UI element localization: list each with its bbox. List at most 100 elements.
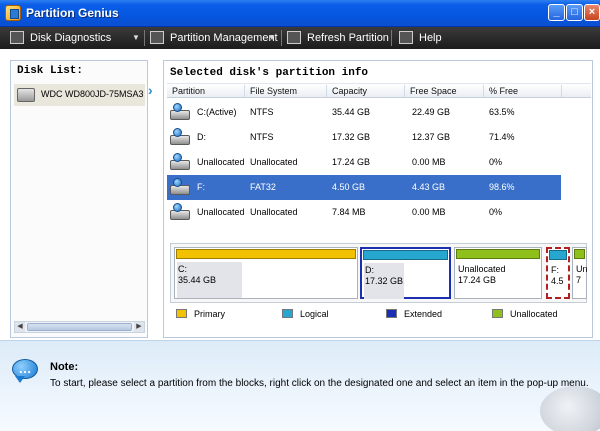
hard-disk-icon — [540, 386, 600, 431]
help-icon — [399, 31, 413, 44]
window-title: Partition Genius — [26, 6, 119, 20]
legend-swatch — [176, 309, 187, 318]
partition-drive-icon — [170, 178, 192, 197]
toolbar-divider — [281, 30, 282, 46]
toolbar-divider — [391, 30, 392, 46]
chevron-down-icon: ▼ — [268, 33, 276, 42]
partition-name: Unallocated — [197, 157, 245, 167]
partition-name: Unallocated — [197, 207, 245, 217]
percent-free: 98.6% — [489, 182, 515, 192]
maximize-button[interactable]: □ — [566, 4, 583, 21]
block-name: C: — [178, 264, 187, 274]
file-system: FAT32 — [250, 182, 276, 192]
minimize-button[interactable]: _ — [548, 4, 565, 21]
column-divider[interactable] — [326, 85, 327, 97]
legend-label: Logical — [300, 309, 329, 319]
primary-bar — [176, 249, 356, 259]
chevron-right-icon: › — [148, 82, 153, 98]
file-system: Unallocated — [250, 207, 298, 217]
note-bar: … Note: To start, please select a partit… — [0, 340, 600, 431]
free-space: 4.43 GB — [412, 182, 446, 192]
column-header[interactable]: Partition — [172, 86, 205, 96]
logical-bar — [363, 250, 448, 260]
block-name: F: — [551, 265, 559, 275]
free-space: 22.49 GB — [412, 107, 451, 117]
disk-item[interactable]: WDC WD800JD-75MSA3 — [14, 84, 145, 106]
note-text: To start, please select a partition from… — [50, 378, 589, 389]
info-bubble-icon: … — [12, 359, 38, 383]
column-header[interactable]: Free Space — [410, 86, 457, 96]
column-divider[interactable] — [244, 85, 245, 97]
close-button[interactable]: × — [584, 4, 600, 21]
file-system: NTFS — [250, 107, 274, 117]
scroll-right-icon[interactable]: ▶ — [134, 322, 144, 332]
partition-block-d[interactable]: D: 17.32 GB — [360, 247, 451, 299]
horizontal-scrollbar[interactable]: ◀ ▶ — [14, 321, 145, 333]
toolbar-label: Disk Diagnostics — [30, 32, 112, 44]
partition-info-title: Selected disk's partition info — [170, 67, 369, 79]
title-bar: Partition Genius _ □ × — [0, 0, 600, 27]
legend-swatch — [386, 309, 397, 318]
block-size: 4.5 — [551, 276, 564, 286]
file-system: Unallocated — [250, 157, 298, 167]
hard-disk-icon — [17, 88, 35, 102]
partition-block-c[interactable]: C: 35.44 GB — [174, 247, 358, 299]
column-header[interactable]: Capacity — [332, 86, 367, 96]
legend-label: Unallocated — [510, 309, 558, 319]
monitor-icon — [10, 31, 24, 44]
table-row[interactable]: C:(Active) NTFS 35.44 GB 22.49 GB 63.5% — [167, 100, 561, 125]
table-row[interactable]: Unallocated Unallocated 17.24 GB 0.00 MB… — [167, 150, 561, 175]
block-size: 35.44 GB — [178, 275, 217, 285]
partition-management-menu[interactable]: Partition Management ▼ — [150, 27, 278, 49]
column-divider[interactable] — [483, 85, 484, 97]
table-header: Partition File System Capacity Free Spac… — [167, 83, 591, 98]
toolbar-label: Help — [419, 32, 442, 44]
capacity: 35.44 GB — [332, 107, 371, 117]
column-divider[interactable] — [561, 85, 562, 97]
app-icon — [5, 5, 21, 21]
partition-block-unallocated[interactable]: Unallocated 17.24 GB — [454, 247, 542, 299]
table-row[interactable]: D: NTFS 17.32 GB 12.37 GB 71.4% — [167, 125, 561, 150]
note-title: Note: — [50, 361, 79, 373]
free-space: 0.00 MB — [412, 157, 446, 167]
scroll-thumb[interactable] — [27, 323, 132, 331]
partition-info-panel: Selected disk's partition info Partition… — [163, 60, 593, 338]
help-button[interactable]: Help — [399, 27, 449, 49]
table-row[interactable]: Unallocated Unallocated 7.84 MB 0.00 MB … — [167, 200, 561, 225]
partition-block-unallocated-small[interactable]: Un 7 — [572, 247, 588, 299]
capacity: 4.50 GB — [332, 182, 366, 192]
block-size: 17.32 GB — [365, 276, 404, 286]
block-name: Unallocated — [458, 264, 506, 274]
scroll-left-icon[interactable]: ◀ — [15, 322, 25, 332]
free-space: 0.00 MB — [412, 207, 446, 217]
table-row-selected[interactable]: F: FAT32 4.50 GB 4.43 GB 98.6% — [167, 175, 561, 200]
column-divider[interactable] — [404, 85, 405, 97]
percent-free: 71.4% — [489, 132, 515, 142]
legend-label: Extended — [404, 309, 443, 319]
unallocated-bar — [574, 249, 585, 259]
toolbar-label: Partition Management — [170, 32, 278, 44]
free-space: 12.37 GB — [412, 132, 451, 142]
legend-swatch — [282, 309, 293, 318]
legend-swatch — [492, 309, 503, 318]
percent-free: 0% — [489, 157, 503, 167]
column-header[interactable]: % Free — [489, 86, 518, 96]
logical-bar — [549, 250, 567, 260]
block-size: 7 — [576, 275, 582, 285]
partition-drive-icon — [170, 153, 192, 172]
unallocated-bar — [456, 249, 540, 259]
partition-drive-icon — [170, 103, 192, 122]
partition-name: D: — [197, 132, 206, 142]
partition-name: F: — [197, 182, 205, 192]
toolbar: Disk Diagnostics ▼ Partition Management … — [0, 27, 600, 49]
partition-drive-icon — [170, 128, 192, 147]
capacity: 17.24 GB — [332, 157, 371, 167]
column-header[interactable]: File System — [250, 86, 297, 96]
partition-icon — [150, 31, 164, 44]
refresh-partition-button[interactable]: Refresh Partition — [287, 27, 389, 49]
block-name: D: — [365, 265, 374, 275]
partition-block-f[interactable]: F: 4.5 — [546, 247, 570, 299]
disk-diagnostics-menu[interactable]: Disk Diagnostics ▼ — [10, 27, 140, 49]
block-size: 17.24 GB — [458, 275, 497, 285]
disk-list-panel: Disk List: WDC WD800JD-75MSA3 ◀ ▶ — [10, 60, 148, 338]
